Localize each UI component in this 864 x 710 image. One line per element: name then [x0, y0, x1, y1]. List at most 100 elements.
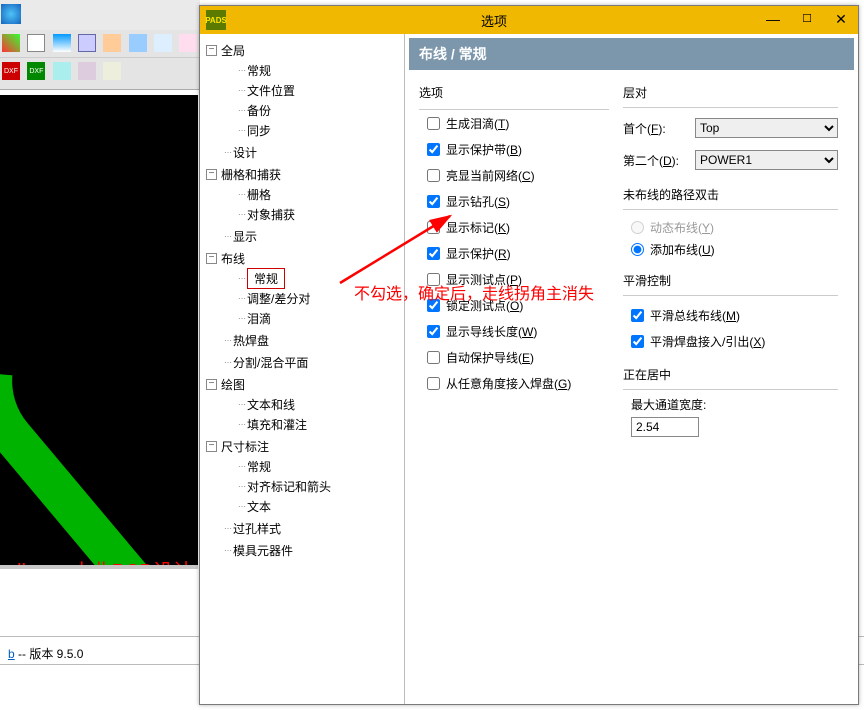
radio-add-route[interactable] — [631, 243, 644, 256]
group-title-shoving: 正在居中 — [623, 366, 838, 383]
tool-icon[interactable] — [27, 34, 45, 52]
toolbar-row-1 — [0, 30, 200, 58]
chk-drills[interactable] — [427, 195, 440, 208]
tree-node-plane[interactable]: ⋯分割/混合平面 — [204, 352, 400, 372]
collapse-icon[interactable]: − — [206, 45, 217, 56]
close-button[interactable]: ✕ — [824, 9, 858, 31]
select-second-layer[interactable]: POWER1 — [695, 150, 838, 170]
options-group: 选项 生成泪滴(T) 显示保护带(B) 亮显当前网络(C) 显示钻孔(S) 显示… — [419, 84, 609, 396]
app-icon — [1, 4, 21, 24]
options-panel: 布线 / 常规 选项 生成泪滴(T) 显示保护带(B) 亮显当前网络(C) 显示… — [405, 34, 858, 704]
tree-leaf-dim-arrow[interactable]: ⋯对齐标记和箭头 — [204, 476, 400, 496]
tree-leaf-routing-general[interactable]: ⋯常规 — [204, 268, 400, 288]
chk-testpoints[interactable] — [427, 273, 440, 286]
lbl-lock-testpoints: 锁定测试点(O) — [446, 297, 523, 314]
tree-leaf-grid[interactable]: ⋯栅格 — [204, 184, 400, 204]
chk-hilite-net[interactable] — [427, 169, 440, 182]
chk-any-angle[interactable] — [427, 377, 440, 390]
lbl-hilite-net: 亮显当前网络(C) — [446, 167, 535, 184]
lbl-trace-length: 显示导线长度(W) — [446, 323, 537, 340]
selected-tree-item: 常规 — [247, 268, 285, 289]
chk-teardrops[interactable] — [427, 117, 440, 130]
tree-leaf-textline[interactable]: ⋯文本和线 — [204, 394, 400, 414]
chk-lock-testpoints[interactable] — [427, 299, 440, 312]
maximize-button[interactable]: ☐ — [790, 9, 824, 31]
group-title-layerpair: 层对 — [623, 84, 838, 101]
tree-leaf-dim-general[interactable]: ⋯常规 — [204, 456, 400, 476]
tool-dxf-icon[interactable]: DXF — [27, 62, 45, 80]
lbl-max-channel: 最大通道宽度: — [631, 396, 838, 413]
chk-trace-length[interactable] — [427, 325, 440, 338]
input-max-channel[interactable] — [631, 417, 699, 437]
lbl-any-angle: 从任意角度接入焊盘(G) — [446, 375, 571, 392]
tool-dxf-icon[interactable]: DXF — [2, 62, 20, 80]
tree-leaf-sync[interactable]: ⋯同步 — [204, 120, 400, 140]
tool-icon[interactable] — [103, 34, 121, 52]
lbl-smooth-pad: 平滑焊盘接入/引出(X) — [650, 333, 765, 350]
version-link[interactable]: b — [8, 647, 15, 661]
lbl-dynamic-route: 动态布线(Y) — [650, 219, 714, 236]
collapse-icon[interactable]: − — [206, 379, 217, 390]
tool-icon[interactable] — [154, 34, 172, 52]
tree-node-global[interactable]: −全局 — [204, 40, 400, 60]
tree-node-thermal[interactable]: ⋯热焊盘 — [204, 330, 400, 350]
tool-icon[interactable] — [129, 34, 147, 52]
chk-smooth-pad[interactable] — [631, 335, 644, 348]
tree-leaf-tune[interactable]: ⋯调整/差分对 — [204, 288, 400, 308]
tree-leaf-filelocation[interactable]: ⋯文件位置 — [204, 80, 400, 100]
tree-node-design[interactable]: ⋯设计 — [204, 142, 400, 162]
chk-protect[interactable] — [427, 247, 440, 260]
smooth-group: 平滑控制 平滑总线布线(M) 平滑焊盘接入/引出(X) — [623, 272, 838, 354]
chk-guard[interactable] — [427, 143, 440, 156]
tree-node-drafting[interactable]: −绘图 — [204, 374, 400, 394]
lbl-drills: 显示钻孔(S) — [446, 193, 510, 210]
trace-arc — [0, 233, 198, 565]
chk-markers[interactable] — [427, 221, 440, 234]
collapse-icon[interactable]: − — [206, 169, 217, 180]
select-first-layer[interactable]: Top — [695, 118, 838, 138]
tool-icon[interactable] — [103, 62, 121, 80]
tree-node-display[interactable]: ⋯显示 — [204, 226, 400, 246]
chk-smooth-bus[interactable] — [631, 309, 644, 322]
collapse-icon[interactable]: − — [206, 441, 217, 452]
lbl-second-layer: 第二个(D): — [623, 152, 689, 169]
tree-node-grid[interactable]: −栅格和捕获 — [204, 164, 400, 184]
collapse-icon[interactable]: − — [206, 253, 217, 264]
category-tree[interactable]: −全局 ⋯常规 ⋯文件位置 ⋯备份 ⋯同步 ⋯设计 −栅格和捕获 ⋯栅格 ⋯对象… — [200, 34, 405, 704]
tree-leaf-fill[interactable]: ⋯填充和灌注 — [204, 414, 400, 434]
tree-node-routing[interactable]: −布线 — [204, 248, 400, 268]
shoving-group: 正在居中 最大通道宽度: — [623, 366, 838, 437]
lbl-first-layer: 首个(F): — [623, 120, 689, 137]
toolbar-row-2: DXF DXF — [0, 58, 200, 90]
lbl-markers: 显示标记(K) — [446, 219, 510, 236]
pcb-viewport: allegro 小北PCB设计 — [0, 95, 198, 565]
dialog-titlebar[interactable]: PADS 选项 — ☐ ✕ — [200, 6, 858, 34]
tool-icon[interactable] — [179, 34, 197, 52]
tool-icon[interactable] — [2, 34, 20, 52]
bg-titlebar-fragment — [0, 0, 200, 30]
tree-node-die[interactable]: ⋯模具元器件 — [204, 540, 400, 560]
lbl-teardrops: 生成泪滴(T) — [446, 115, 509, 132]
lbl-guard: 显示保护带(B) — [446, 141, 522, 158]
tree-node-dimension[interactable]: −尺寸标注 — [204, 436, 400, 456]
tree-leaf-dim-text[interactable]: ⋯文本 — [204, 496, 400, 516]
lbl-auto-protect: 自动保护导线(E) — [446, 349, 534, 366]
tree-node-via[interactable]: ⋯过孔样式 — [204, 518, 400, 538]
unrouted-group: 未布线的路径双击 动态布线(Y) 添加布线(U) — [623, 186, 838, 260]
tool-icon[interactable] — [53, 62, 71, 80]
minimize-button[interactable]: — — [756, 9, 790, 31]
lbl-protect: 显示保护(R) — [446, 245, 511, 262]
tool-icon[interactable] — [53, 34, 71, 52]
layer-pair-group: 层对 首个(F): Top 第二个(D): POWER1 — [623, 84, 838, 174]
status-panel — [0, 565, 198, 640]
tree-leaf-backup[interactable]: ⋯备份 — [204, 100, 400, 120]
lbl-testpoints: 显示测试点(P) — [446, 271, 522, 288]
tree-leaf-objsnap[interactable]: ⋯对象捕获 — [204, 204, 400, 224]
tree-leaf-general[interactable]: ⋯常规 — [204, 60, 400, 80]
tool-icon[interactable] — [78, 34, 96, 52]
chk-auto-protect[interactable] — [427, 351, 440, 364]
tool-icon[interactable] — [78, 62, 96, 80]
tree-leaf-teardrop[interactable]: ⋯泪滴 — [204, 308, 400, 328]
version-line: b -- 版本 9.5.0 — [8, 645, 83, 662]
watermark-text: allegro 小北PCB设计 — [6, 555, 193, 565]
